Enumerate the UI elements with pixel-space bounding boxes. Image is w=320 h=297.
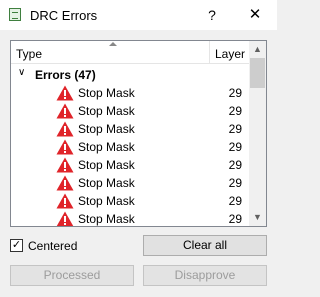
error-type: Stop Mask xyxy=(78,212,135,226)
processed-button[interactable]: Processed xyxy=(10,265,134,286)
scroll-down-arrow-icon[interactable]: ▼ xyxy=(249,209,266,226)
drc-error-list[interactable]: Type Layer ∨ Errors (47) Stop Mask 29 Stop… xyxy=(10,40,267,227)
list-item[interactable]: Stop Mask 29 xyxy=(11,102,250,120)
error-layer: 29 xyxy=(228,176,242,190)
app-icon xyxy=(9,8,21,21)
error-type: Stop Mask xyxy=(78,104,135,118)
error-type: Stop Mask xyxy=(78,194,135,208)
list-item[interactable]: Stop Mask 29 xyxy=(11,156,250,174)
warning-icon xyxy=(56,85,74,101)
error-layer: 29 xyxy=(228,212,242,226)
chevron-down-icon[interactable]: ∨ xyxy=(18,67,25,78)
column-divider[interactable] xyxy=(209,41,210,63)
centered-checkbox[interactable]: ✓ xyxy=(10,239,23,252)
warning-icon xyxy=(56,139,74,155)
error-rows: Stop Mask 29 Stop Mask 29 Stop Mask 29 Stop Ma… xyxy=(11,84,250,226)
error-type: Stop Mask xyxy=(78,176,135,190)
help-button[interactable]: ? xyxy=(204,5,220,25)
list-item[interactable]: Stop Mask 29 xyxy=(11,84,250,102)
error-layer: 29 xyxy=(228,158,242,172)
error-layer: 29 xyxy=(228,86,242,100)
warning-icon xyxy=(56,103,74,119)
clear-all-button[interactable]: Clear all xyxy=(143,235,267,256)
list-item[interactable]: Stop Mask 29 xyxy=(11,192,250,210)
group-label: Errors (47) xyxy=(35,68,96,82)
warning-icon xyxy=(56,157,74,173)
error-type: Stop Mask xyxy=(78,86,135,100)
window-title: DRC Errors xyxy=(30,8,98,23)
sort-arrow-icon xyxy=(109,42,117,46)
list-item[interactable]: Stop Mask 29 xyxy=(11,120,250,138)
centered-label[interactable]: Centered xyxy=(28,239,77,253)
error-type: Stop Mask xyxy=(78,122,135,136)
warning-icon xyxy=(56,175,74,191)
warning-icon xyxy=(56,193,74,209)
vertical-scrollbar[interactable]: ▲ ▼ xyxy=(249,41,266,226)
disapprove-button[interactable]: Disapprove xyxy=(143,265,267,286)
error-group-row[interactable]: ∨ Errors (47) xyxy=(11,66,250,83)
error-type: Stop Mask xyxy=(78,158,135,172)
error-layer: 29 xyxy=(228,140,242,154)
close-button[interactable]: ✕ xyxy=(245,5,265,25)
list-header: Type Layer xyxy=(11,41,250,64)
error-layer: 29 xyxy=(228,122,242,136)
column-header-layer[interactable]: Layer xyxy=(215,47,245,61)
list-item[interactable]: Stop Mask 29 xyxy=(11,174,250,192)
list-item[interactable]: Stop Mask 29 xyxy=(11,138,250,156)
warning-icon xyxy=(56,121,74,137)
warning-icon xyxy=(56,211,74,226)
scroll-up-arrow-icon[interactable]: ▲ xyxy=(249,41,266,58)
scrollbar-thumb[interactable] xyxy=(250,58,265,88)
column-header-type[interactable]: Type xyxy=(16,47,42,61)
error-layer: 29 xyxy=(228,104,242,118)
title-bar: DRC Errors ? ✕ xyxy=(0,0,277,30)
error-type: Stop Mask xyxy=(78,140,135,154)
error-layer: 29 xyxy=(228,194,242,208)
list-item[interactable]: Stop Mask 29 xyxy=(11,210,250,226)
